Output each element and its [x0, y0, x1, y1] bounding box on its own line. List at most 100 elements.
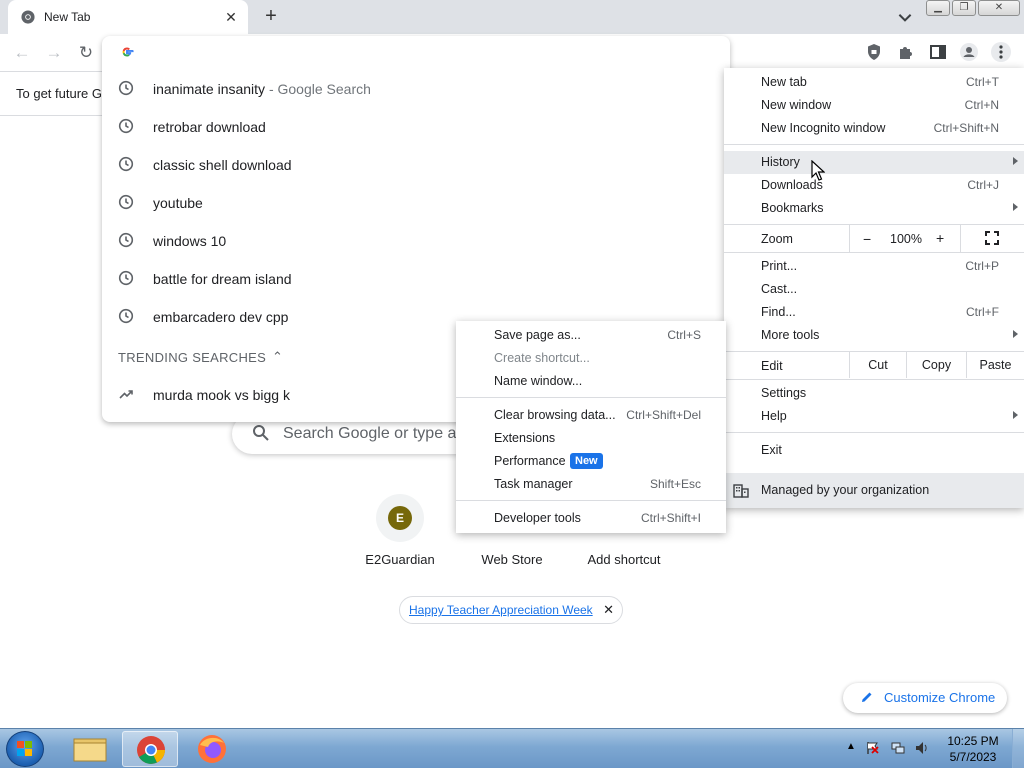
flag-icon[interactable]: [866, 741, 880, 755]
suggestion-item[interactable]: windows 10: [102, 222, 730, 260]
windows-logo-icon: [17, 741, 32, 756]
profile-icon[interactable]: [959, 42, 979, 62]
suggestion-item[interactable]: retrobar download: [102, 108, 730, 146]
chrome-menu: New tab Ctrl+T New window Ctrl+N New Inc…: [724, 68, 1024, 508]
menu-extensions[interactable]: Extensions: [456, 427, 726, 450]
network-icon[interactable]: [891, 741, 905, 755]
minimize-button[interactable]: ▁: [926, 0, 950, 16]
reload-button[interactable]: ↻: [76, 43, 96, 63]
chevron-down-icon[interactable]: [896, 8, 914, 26]
mouse-cursor-icon: [811, 160, 825, 181]
menu-clear-browsing-data[interactable]: Clear browsing data... Ctrl+Shift+Del: [456, 404, 726, 427]
close-icon[interactable]: ✕: [603, 602, 614, 618]
copy-button[interactable]: Copy: [906, 352, 966, 378]
menu-bookmarks[interactable]: Bookmarks: [724, 197, 1024, 220]
menu-label: Save page as...: [494, 328, 581, 342]
show-hidden-icons[interactable]: ▲: [846, 741, 856, 752]
cut-button[interactable]: Cut: [849, 352, 906, 378]
side-panel-icon[interactable]: [928, 42, 948, 62]
new-tab-button[interactable]: +: [260, 6, 282, 28]
menu-label: Clear browsing data...: [494, 408, 616, 422]
firefox-icon: [198, 735, 226, 763]
suggestion-text: embarcadero dev cpp: [153, 309, 289, 325]
menu-find[interactable]: Find... Ctrl+F: [724, 301, 1024, 324]
suggestion-text: battle for dream island: [153, 271, 292, 287]
chrome-icon: [21, 10, 35, 24]
chevron-up-icon[interactable]: ⌃: [272, 349, 283, 365]
shortcut-label: Web Store: [481, 552, 543, 567]
menu-shortcut: Ctrl+J: [967, 178, 999, 192]
promo-link[interactable]: Happy Teacher Appreciation Week: [409, 603, 593, 617]
customize-label: Customize Chrome: [884, 690, 996, 705]
menu-shortcut: Ctrl+S: [667, 328, 701, 342]
menu-shortcut: Shift+Esc: [649, 477, 701, 491]
submenu-arrow-icon: [1013, 330, 1018, 338]
menu-settings[interactable]: Settings: [724, 382, 1024, 405]
menu-new-incognito[interactable]: New Incognito window Ctrl+Shift+N: [724, 117, 1024, 140]
suggestion-item[interactable]: classic shell download: [102, 146, 730, 184]
restore-button[interactable]: ❐: [952, 0, 976, 16]
suggestion-item[interactable]: battle for dream island: [102, 260, 730, 298]
suggestion-text: youtube: [153, 195, 203, 211]
menu-name-window[interactable]: Name window...: [456, 370, 726, 393]
system-clock[interactable]: 10:25 PM 5/7/2023: [940, 733, 1006, 765]
show-desktop-button[interactable]: [1012, 729, 1024, 768]
suggestion-item[interactable]: youtube: [102, 184, 730, 222]
fullscreen-button[interactable]: [960, 225, 1024, 252]
managed-by-org[interactable]: Managed by your organization: [724, 473, 1024, 508]
start-button[interactable]: [6, 731, 44, 767]
zoom-in-button[interactable]: +: [936, 230, 944, 246]
menu-shortcut: Ctrl+P: [965, 259, 999, 273]
menu-downloads[interactable]: Downloads Ctrl+J: [724, 174, 1024, 197]
menu-new-tab[interactable]: New tab Ctrl+T: [724, 71, 1024, 94]
menu-label: Help: [761, 409, 787, 423]
zoom-out-button[interactable]: −: [863, 231, 871, 247]
close-window-button[interactable]: ✕: [978, 0, 1020, 16]
menu-label: Find...: [761, 305, 796, 319]
suggestion-text: windows 10: [153, 233, 227, 249]
kebab-menu-icon[interactable]: [991, 42, 1011, 62]
menu-print[interactable]: Print... Ctrl+P: [724, 255, 1024, 278]
menu-developer-tools[interactable]: Developer tools Ctrl+Shift+I: [456, 507, 726, 530]
menu-performance[interactable]: Performance New: [456, 450, 726, 473]
menu-new-window[interactable]: New window Ctrl+N: [724, 94, 1024, 117]
suggestion-text: retrobar download: [153, 119, 266, 135]
volume-icon[interactable]: [915, 741, 929, 755]
menu-label: Performance: [494, 454, 566, 468]
clock-icon: [118, 118, 134, 134]
suggestion-item[interactable]: inanimate insanity - Google Search: [102, 70, 730, 108]
menu-divider: [724, 144, 1024, 145]
taskbar-firefox[interactable]: [184, 731, 240, 767]
menu-shortcut: Ctrl+Shift+Del: [626, 408, 701, 422]
clock-icon: [118, 270, 134, 286]
fullscreen-icon: [985, 231, 999, 245]
menu-label: Developer tools: [494, 511, 581, 525]
menu-divider: [724, 252, 1024, 253]
menu-label: Extensions: [494, 431, 556, 445]
taskbar-chrome[interactable]: [122, 731, 178, 767]
menu-save-page[interactable]: Save page as... Ctrl+S: [456, 324, 726, 347]
customize-chrome-button[interactable]: Customize Chrome: [843, 683, 1007, 713]
suggestion-text: classic shell download: [153, 157, 292, 173]
menu-divider: [724, 432, 1024, 433]
clock-icon: [118, 80, 134, 96]
menu-task-manager[interactable]: Task manager Shift+Esc: [456, 473, 726, 496]
google-g-icon: [122, 47, 134, 57]
paste-button[interactable]: Paste: [966, 352, 1024, 378]
menu-more-tools[interactable]: More tools: [724, 324, 1024, 347]
menu-cast[interactable]: Cast...: [724, 278, 1024, 301]
menu-history[interactable]: History: [724, 151, 1024, 174]
extensions-puzzle-icon[interactable]: [896, 42, 916, 62]
shield-extension-icon[interactable]: [864, 42, 884, 62]
forward-button[interactable]: →: [44, 43, 64, 63]
zoom-controls: − 100% +: [849, 225, 960, 252]
taskbar-explorer[interactable]: [62, 731, 118, 767]
back-button[interactable]: ←: [12, 43, 32, 63]
clock-icon: [118, 232, 134, 248]
menu-exit[interactable]: Exit: [724, 439, 1024, 462]
zoom-label: Zoom: [761, 232, 793, 246]
tab-close-icon[interactable]: ✕: [222, 8, 240, 26]
tab-new-tab[interactable]: New Tab ✕: [8, 0, 248, 34]
shortcut-e2guardian[interactable]: E E2Guardian: [344, 494, 456, 567]
menu-help[interactable]: Help: [724, 405, 1024, 428]
